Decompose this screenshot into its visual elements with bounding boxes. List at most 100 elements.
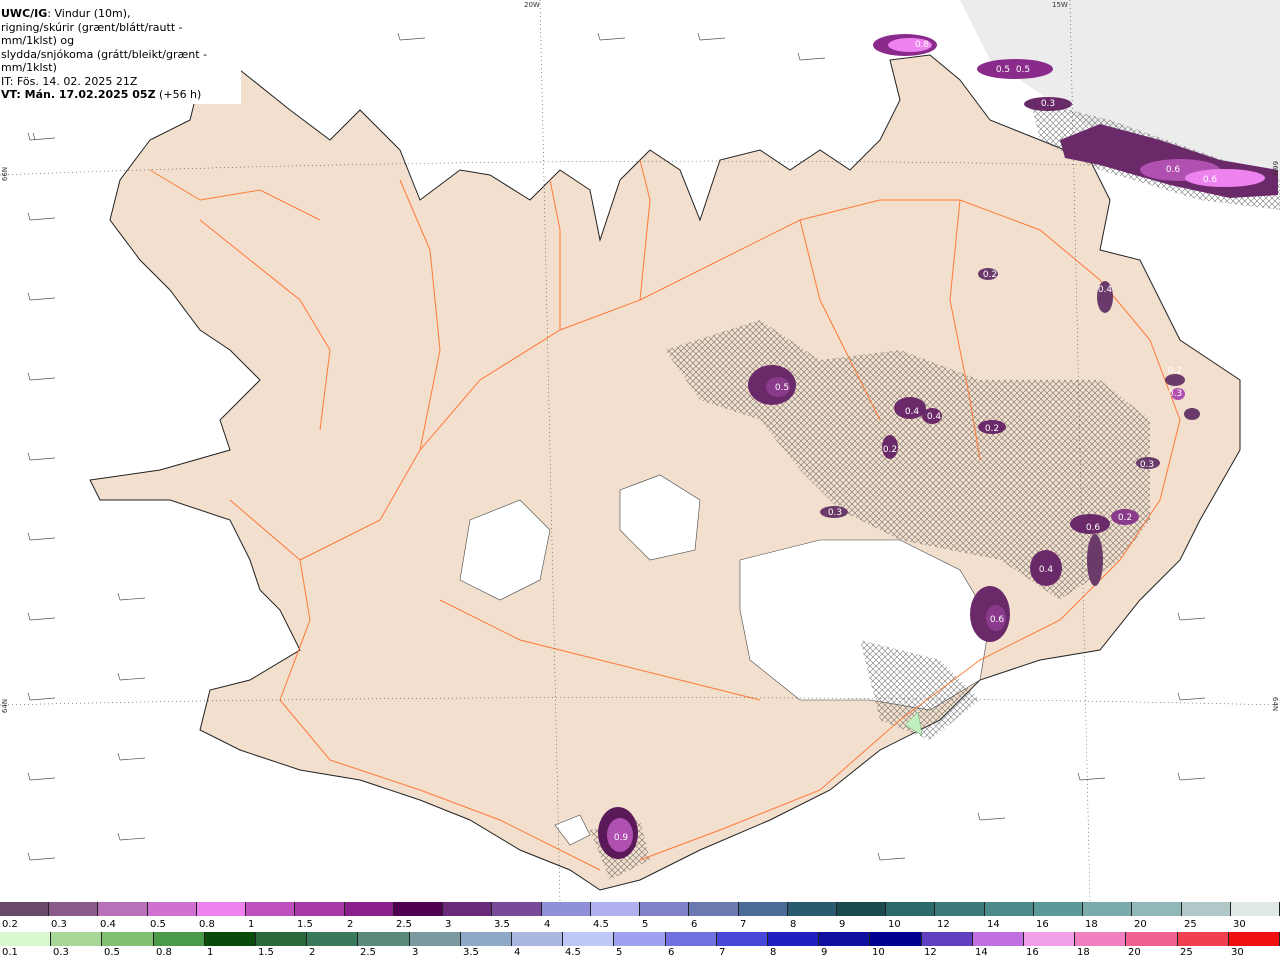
legend-tick-label: 14 xyxy=(987,919,1000,930)
rain-legend: 0.1 0.3 0.5 0.8 1 1.5 2 2.5 3 3.5 4 4.5 5 6 7 8 9 10 12 14 1… xyxy=(0,932,1280,962)
legend-tick-label: 4 xyxy=(514,947,521,958)
weather-map: 0.8 0.5 0.5 0.3 0.6 0.6 0.2 0.5 0.4 0.4 0.2 0.2 0.4 0… xyxy=(0,0,1280,903)
map-title-box: UWC/IG: Vindur (10m), rigning/skúrir (gr… xyxy=(0,0,241,104)
precip-value-label: 0.3 xyxy=(1140,460,1154,470)
legend-color-swatch xyxy=(512,932,564,946)
legend-color-swatch xyxy=(1126,932,1178,946)
legend-color-swatch xyxy=(1024,932,1076,946)
lon-label-20w: 20W xyxy=(524,1,540,9)
legend-tick-label: 2.5 xyxy=(396,919,412,930)
legend-tick-label: 2.5 xyxy=(360,947,376,958)
legend-tick-label: 25 xyxy=(1184,919,1197,930)
legend-tick-label: 8 xyxy=(770,947,777,958)
precip-value-label: 0.2 xyxy=(1168,366,1182,376)
precip-value-label: 0.2 xyxy=(1118,513,1132,523)
legend-color-swatch xyxy=(836,902,887,916)
rain-legend-colors xyxy=(0,932,1280,946)
snow-legend: 0.2 0.3 0.4 0.5 0.8 1 1.5 2 2.5 3 3.5 4 4.5 5 6 7 8 9 10 12… xyxy=(0,902,1280,932)
legend-color-swatch xyxy=(935,902,985,916)
legend-color-swatch xyxy=(0,932,52,946)
legend-color-swatch xyxy=(665,932,717,946)
legend-color-swatch xyxy=(870,932,922,946)
legend-tick-label: 0.3 xyxy=(53,947,69,958)
legend-color-swatch xyxy=(98,902,148,916)
legend-color-swatch xyxy=(1181,902,1231,916)
init-time: IT: Fös. 14. 02. 2025 21Z xyxy=(1,74,138,88)
precip-value-label: 0.5 xyxy=(775,383,789,393)
lon-label-15w: 15W xyxy=(1052,1,1068,9)
legend-color-swatch xyxy=(358,932,410,946)
legend-color-swatch xyxy=(460,932,513,946)
precip-value-label: 0.4 xyxy=(1098,285,1113,295)
legend-color-swatch xyxy=(886,902,936,916)
precip-value-label: 0.2 xyxy=(983,270,997,280)
legend-color-swatch xyxy=(147,902,197,916)
legend-tick-label: 0.2 xyxy=(2,919,18,930)
legend-color-swatch xyxy=(307,932,359,946)
legend-tick-label: 14 xyxy=(975,947,988,958)
legend-color-swatch xyxy=(768,932,820,946)
legend-tick-label: 1.5 xyxy=(258,947,274,958)
legend-tick-label: 7 xyxy=(719,947,726,958)
legend-color-swatch xyxy=(344,902,394,916)
legend-color-swatch xyxy=(443,902,493,916)
legend-color-swatch xyxy=(295,902,345,916)
precip-value-label: 0.8 xyxy=(915,40,930,50)
legend-color-swatch xyxy=(614,932,666,946)
legend-tick-label: 3 xyxy=(445,919,452,930)
legend-tick-label: 6 xyxy=(668,947,675,958)
precip-value-label: 0.4 xyxy=(927,412,942,422)
legend-color-swatch xyxy=(1075,932,1127,946)
legend-tick-label: 10 xyxy=(888,919,901,930)
legend-color-swatch xyxy=(1177,932,1229,946)
precip-value-label: 0.6 xyxy=(1166,165,1181,175)
legend-tick-label: 5 xyxy=(642,919,649,930)
legend-color-swatch xyxy=(640,902,690,916)
legend-tick-label: 0.3 xyxy=(51,919,67,930)
lat-label-64n-right: 64N xyxy=(1271,696,1280,712)
legend-tick-label: 4.5 xyxy=(593,919,609,930)
lat-label-66n-left: 66N xyxy=(1,166,10,182)
precip-value-label: 0.3 xyxy=(1041,99,1055,109)
precip-value-label: 0.6 xyxy=(1086,523,1101,533)
legend-color-swatch xyxy=(246,902,296,916)
legend-tick-label: 4 xyxy=(544,919,551,930)
legend-color-swatch xyxy=(541,902,591,916)
legend-color-swatch xyxy=(51,932,103,946)
legend-color-swatch xyxy=(1083,902,1133,916)
legend-tick-label: 3.5 xyxy=(463,947,479,958)
precip-value-label: 0.6 xyxy=(990,615,1005,625)
legend-color-swatch xyxy=(196,902,247,916)
snow-legend-labels: 0.2 0.3 0.4 0.5 0.8 1 1.5 2 2.5 3 3.5 4 4.5 5 6 7 8 9 10 12… xyxy=(0,918,1280,932)
precip-value-label: 0.2 xyxy=(985,424,999,434)
legend-tick-label: 0.4 xyxy=(100,919,116,930)
legend-color-swatch xyxy=(1228,932,1280,946)
legend-color-swatch xyxy=(738,902,788,916)
legend-tick-label: 9 xyxy=(839,919,846,930)
legend-color-swatch xyxy=(1033,902,1084,916)
legend-tick-label: 2 xyxy=(309,947,316,958)
legend-tick-label: 0.8 xyxy=(156,947,172,958)
legend-color-swatch xyxy=(921,932,973,946)
legend-tick-label: 16 xyxy=(1026,947,1039,958)
legend-color-swatch xyxy=(972,932,1025,946)
lat-label-66n-right: 66N xyxy=(1271,160,1280,176)
legend-tick-label: 0.5 xyxy=(150,919,166,930)
legend-tick-label: 5 xyxy=(616,947,623,958)
precip-value-label: 0.9 xyxy=(614,833,629,843)
legend-color-swatch xyxy=(49,902,99,916)
precip-value-label: 0.4 xyxy=(1039,565,1054,575)
legend-color-swatch xyxy=(984,902,1034,916)
legend-tick-label: 25 xyxy=(1180,947,1193,958)
legend-color-swatch xyxy=(409,932,461,946)
legend-color-swatch xyxy=(204,932,257,946)
precip-value-label: 0.5 xyxy=(996,65,1010,75)
legend-color-swatch xyxy=(590,902,641,916)
precip-value-label: 0.6 xyxy=(1203,175,1218,185)
legend-tick-label: 0.8 xyxy=(199,919,215,930)
legend-color-swatch xyxy=(393,902,444,916)
legend-tick-label: 1 xyxy=(207,947,214,958)
legend-tick-label: 2 xyxy=(347,919,354,930)
precip-value-label: 0.4 xyxy=(905,407,920,417)
precip-value-label: 0.5 xyxy=(1016,65,1030,75)
